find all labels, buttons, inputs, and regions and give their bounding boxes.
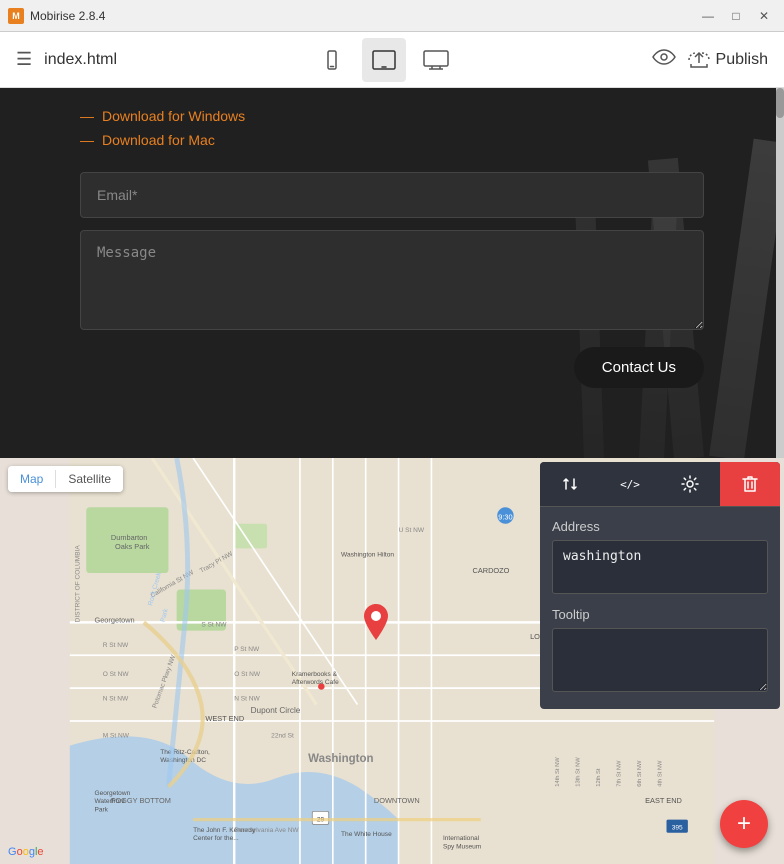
download-mac-text[interactable]: Download for Mac <box>102 132 215 148</box>
map-tabs: Map Satellite <box>8 466 123 492</box>
scrollbar[interactable] <box>776 88 784 458</box>
svg-text:CARDOZO: CARDOZO <box>473 566 510 575</box>
form-section: — Download for Windows — Download for Ma… <box>0 88 784 458</box>
panel-transfer-button[interactable] <box>540 462 600 506</box>
google-logo: Google <box>8 846 44 858</box>
svg-text:14th St NW: 14th St NW <box>555 757 561 787</box>
map-tab-satellite[interactable]: Satellite <box>56 466 123 492</box>
publish-button[interactable]: Publish <box>688 51 768 69</box>
svg-text:The Ritz-Carlton,: The Ritz-Carlton, <box>160 749 210 756</box>
svg-text:7th St NW: 7th St NW <box>616 760 622 787</box>
svg-text:N St NW: N St NW <box>103 695 129 702</box>
svg-text:EAST END: EAST END <box>645 796 682 805</box>
svg-text:R St NW: R St NW <box>103 642 129 649</box>
file-name: index.html <box>44 51 117 69</box>
svg-text:M St NW: M St NW <box>103 732 130 739</box>
download-links: — Download for Windows — Download for Ma… <box>80 108 704 148</box>
svg-text:6th St NW: 6th St NW <box>637 760 643 787</box>
svg-text:Washington Hilton: Washington Hilton <box>341 552 394 559</box>
svg-text:22nd St: 22nd St <box>271 732 294 739</box>
svg-text:Dumbarton: Dumbarton <box>111 533 147 542</box>
map-location-pin <box>364 604 388 645</box>
contact-us-button[interactable]: Contact Us <box>574 347 704 388</box>
tooltip-input[interactable] <box>552 628 768 692</box>
title-bar-left: M Mobirise 2.8.4 <box>8 8 105 24</box>
svg-text:Kramerbooks &: Kramerbooks & <box>292 671 338 678</box>
app-icon: M <box>8 8 24 24</box>
publish-label: Publish <box>716 51 768 69</box>
download-mac-link[interactable]: — Download for Mac <box>80 132 704 148</box>
link-dash-1: — <box>80 108 94 124</box>
contact-btn-row: Contact Us <box>80 347 704 388</box>
svg-text:DISTRICT OF COLUMBIA: DISTRICT OF COLUMBIA <box>75 545 82 623</box>
page-content: — Download for Windows — Download for Ma… <box>0 88 784 864</box>
svg-text:O St NW: O St NW <box>103 671 130 678</box>
desktop-view-button[interactable] <box>414 38 458 82</box>
message-textarea[interactable] <box>80 230 704 330</box>
device-buttons <box>117 38 651 82</box>
maximize-button[interactable]: □ <box>724 6 748 26</box>
main-toolbar: ☰ index.html <box>0 32 784 88</box>
address-input[interactable] <box>552 540 768 594</box>
svg-text:The White House: The White House <box>341 831 392 838</box>
toolbar-right: Publish <box>652 48 768 72</box>
title-bar: M Mobirise 2.8.4 — □ ✕ <box>0 0 784 32</box>
menu-icon[interactable]: ☰ <box>16 49 32 70</box>
close-button[interactable]: ✕ <box>752 6 776 26</box>
svg-text:Washington: Washington <box>308 753 373 765</box>
svg-text:4th St NW: 4th St NW <box>658 760 664 787</box>
panel-body: Address Tooltip <box>540 507 780 709</box>
svg-text:Waterfront: Waterfront <box>94 798 125 805</box>
svg-text:Center for the...: Center for the... <box>193 835 239 842</box>
svg-text:O St NW: O St NW <box>234 671 261 678</box>
email-input[interactable] <box>80 172 704 218</box>
svg-text:13th St NW: 13th St NW <box>575 757 581 787</box>
panel-code-button[interactable]: </> <box>600 462 660 506</box>
svg-text:Georgetown: Georgetown <box>94 615 134 624</box>
svg-text:DOWNTOWN: DOWNTOWN <box>374 796 420 805</box>
title-bar-controls: — □ ✕ <box>696 6 776 26</box>
svg-text:WEST END: WEST END <box>205 714 244 723</box>
fab-add-button[interactable]: + <box>720 800 768 848</box>
svg-text:N St NW: N St NW <box>234 695 260 702</box>
map-section: 9:30 Dumbarton Oaks Park Georgetown Dupo… <box>0 458 784 864</box>
toolbar-left: ☰ index.html <box>16 49 117 70</box>
svg-text:P St NW: P St NW <box>234 646 260 653</box>
tablet-view-button[interactable] <box>362 38 406 82</box>
svg-text:Spy Museum: Spy Museum <box>443 843 482 850</box>
svg-text:U St NW: U St NW <box>399 527 425 534</box>
tooltip-label: Tooltip <box>552 607 768 622</box>
minimize-button[interactable]: — <box>696 6 720 26</box>
svg-text:Dupont Circle: Dupont Circle <box>251 706 301 715</box>
download-windows-link[interactable]: — Download for Windows <box>80 108 704 124</box>
properties-panel: </> A <box>540 462 780 709</box>
panel-delete-button[interactable] <box>720 462 780 506</box>
svg-text:395: 395 <box>672 824 683 831</box>
svg-text:Oaks Park: Oaks Park <box>115 542 150 551</box>
mobile-view-button[interactable] <box>310 38 354 82</box>
map-tab-map[interactable]: Map <box>8 466 55 492</box>
panel-settings-button[interactable] <box>660 462 720 506</box>
link-dash-2: — <box>80 132 94 148</box>
svg-text:Park: Park <box>94 806 108 813</box>
svg-text:Afterwords Cafe: Afterwords Cafe <box>292 679 339 686</box>
app-title: Mobirise 2.8.4 <box>30 9 105 23</box>
map-container: 9:30 Dumbarton Oaks Park Georgetown Dupo… <box>0 458 784 864</box>
svg-text:S St NW: S St NW <box>201 621 227 628</box>
svg-text:9:30: 9:30 <box>498 513 512 522</box>
svg-text:Pennsylvania Ave NW: Pennsylvania Ave NW <box>234 827 299 834</box>
download-windows-text[interactable]: Download for Windows <box>102 108 245 124</box>
address-label: Address <box>552 519 768 534</box>
svg-text:International: International <box>443 835 480 842</box>
svg-text:12th St: 12th St <box>596 768 602 787</box>
panel-toolbar: </> <box>540 462 780 507</box>
preview-icon[interactable] <box>652 48 676 72</box>
svg-text:Washington DC: Washington DC <box>160 757 206 764</box>
svg-text:Georgetown: Georgetown <box>94 790 130 797</box>
